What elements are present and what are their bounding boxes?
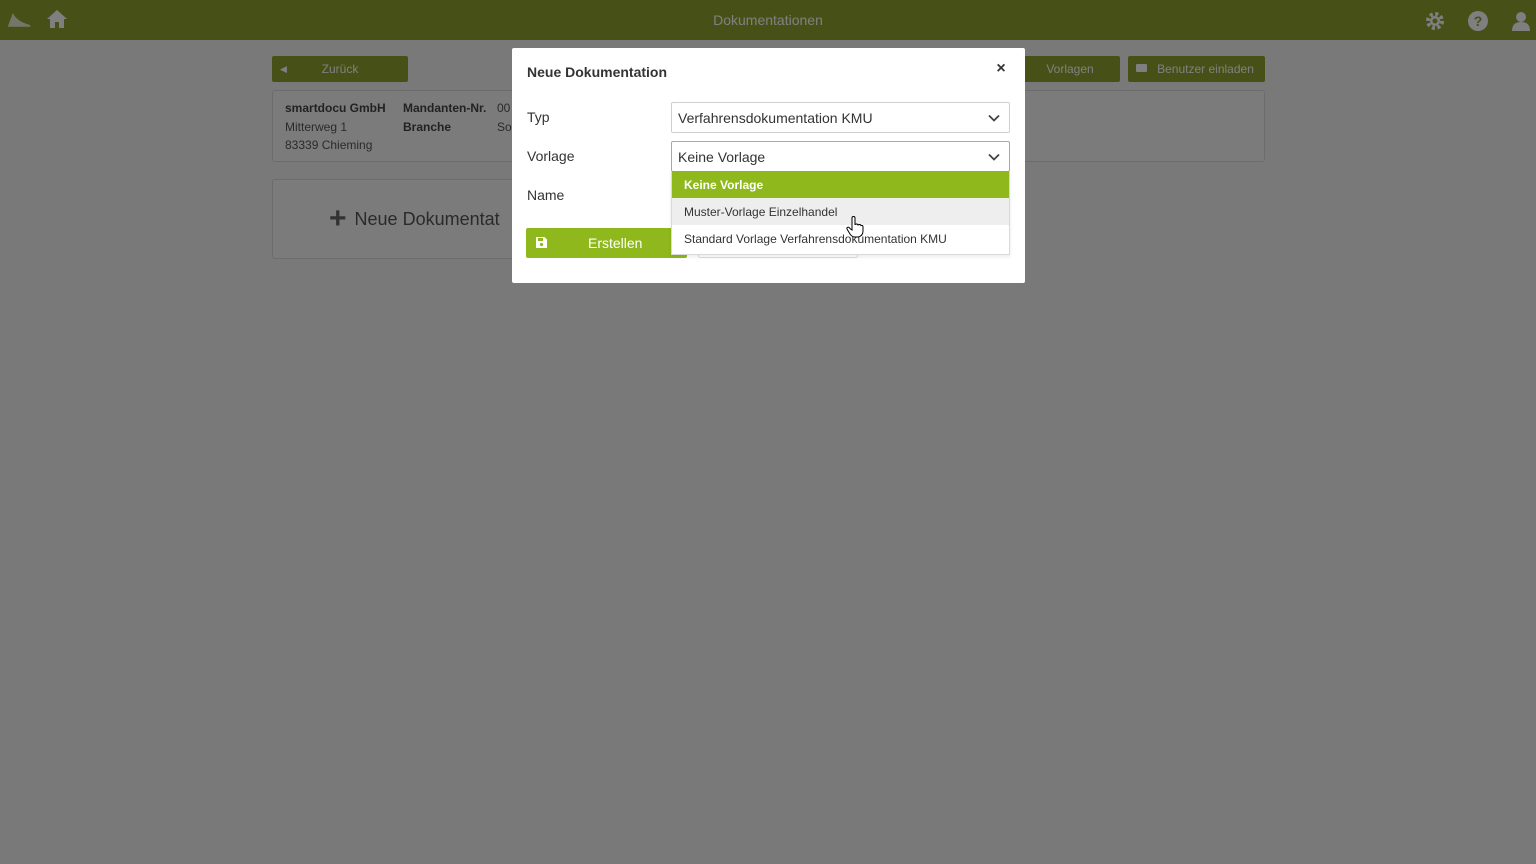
template-dropdown: Keine Vorlage Muster-Vorlage Einzelhande…	[671, 171, 1010, 255]
type-label: Typ	[527, 109, 550, 125]
chevron-down-icon	[988, 153, 1000, 161]
type-select[interactable]: Verfahrensdokumentation KMU	[671, 102, 1010, 133]
name-label: Name	[527, 187, 565, 203]
create-button-label: Erstellen	[588, 235, 643, 251]
template-option[interactable]: Muster-Vorlage Einzelhandel	[672, 198, 1009, 225]
template-option[interactable]: Keine Vorlage	[672, 171, 1009, 198]
template-label: Vorlage	[527, 148, 575, 164]
template-select[interactable]: Keine Vorlage	[671, 141, 1010, 172]
create-button[interactable]: Erstellen	[526, 228, 687, 258]
type-select-value: Verfahrensdokumentation KMU	[678, 109, 873, 126]
close-icon[interactable]: ×	[993, 60, 1009, 77]
dialog-title: Neue Dokumentation	[527, 64, 668, 80]
chevron-down-icon	[988, 114, 1000, 122]
new-documentation-dialog: Neue Dokumentation × Typ Verfahrensdokum…	[512, 48, 1025, 283]
template-select-value: Keine Vorlage	[678, 148, 766, 165]
template-option[interactable]: Standard Vorlage Verfahrensdokumentation…	[672, 225, 1009, 252]
save-icon	[536, 237, 547, 248]
